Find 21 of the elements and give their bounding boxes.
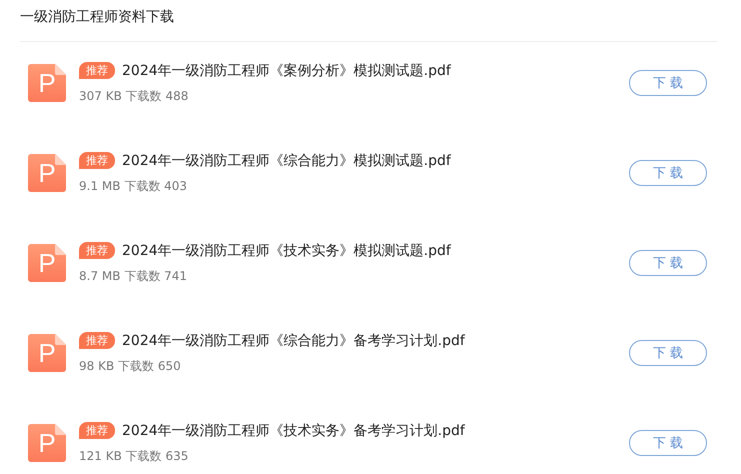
recommend-badge: 推荐	[79, 242, 115, 259]
file-meta: 8.7 MB 下载数 741	[79, 268, 188, 284]
file-meta: 9.1 MB 下载数 403	[79, 178, 188, 194]
file-name[interactable]: 2024年一级消防工程师《技术实务》模拟测试题.pdf	[122, 242, 451, 260]
recommend-badge: 推荐	[79, 152, 115, 169]
file-icon: P	[28, 244, 66, 282]
file-name[interactable]: 2024年一级消防工程师《技术实务》备考学习计划.pdf	[122, 422, 465, 440]
recommend-badge: 推荐	[79, 62, 115, 79]
recommend-badge: 推荐	[79, 422, 115, 439]
section-title: 一级消防工程师资料下载	[20, 8, 175, 27]
file-icon: P	[28, 334, 66, 372]
file-meta: 307 KB 下载数 488	[79, 88, 190, 104]
file-icon: P	[28, 424, 66, 462]
file-icon: P	[28, 64, 66, 102]
file-meta: 121 KB 下载数 635	[79, 448, 190, 464]
file-meta: 98 KB 下载数 650	[79, 358, 182, 374]
file-name[interactable]: 2024年一级消防工程师《综合能力》模拟测试题.pdf	[122, 152, 451, 170]
file-icon: P	[28, 154, 66, 192]
recommend-badge: 推荐	[79, 332, 115, 349]
file-name[interactable]: 2024年一级消防工程师《案例分析》模拟测试题.pdf	[122, 62, 451, 80]
file-name[interactable]: 2024年一级消防工程师《综合能力》备考学习计划.pdf	[122, 332, 465, 350]
